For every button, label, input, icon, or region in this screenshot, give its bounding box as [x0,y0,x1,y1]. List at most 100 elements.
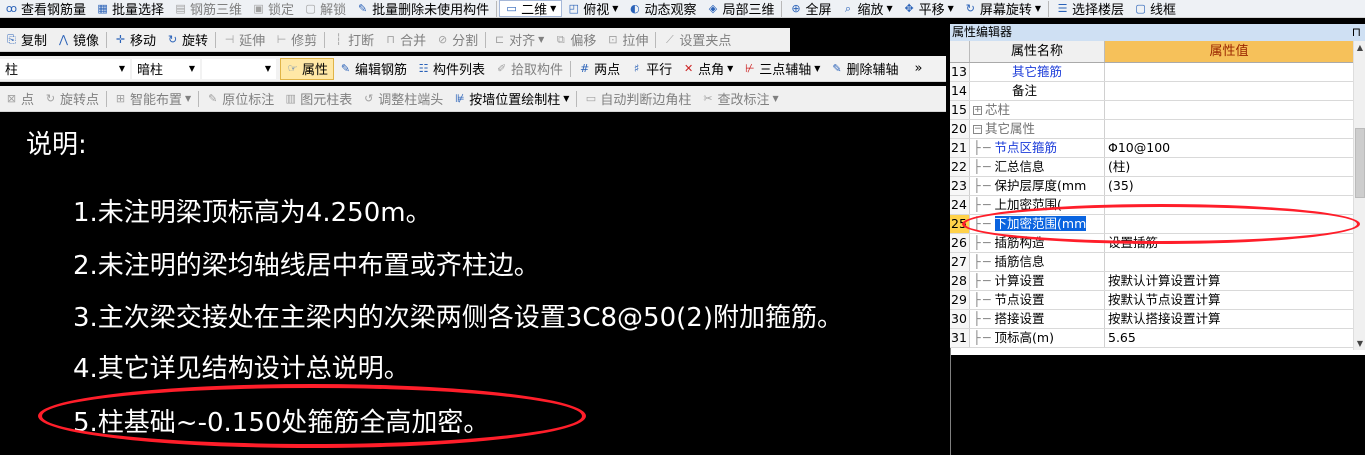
separator [485,31,487,48]
chevron-down-icon: ▼ [563,94,570,103]
table-row[interactable]: 15 + 芯柱 [950,101,1353,120]
collapse-icon[interactable]: − [973,125,982,134]
rotate-screen-icon: ↻ [965,2,975,15]
table-row[interactable]: 27 ├ ─ 插筋信息 [950,253,1353,272]
chevron-down-icon: ▼ [1034,4,1041,13]
batch-select-button[interactable]: ▦ 批量选择 [91,0,169,17]
lock-button[interactable]: ▣ 锁定 [247,0,299,17]
rebar-3d-button[interactable]: ▤ 钢筋三维 [169,0,247,17]
separator [781,0,783,17]
two-points-button[interactable]: # 两点 [573,56,625,81]
table-row[interactable]: 26 ├ ─ 插筋构造 设置插筋 [950,234,1353,253]
adjust-end-icon: ↺ [364,92,374,105]
toolbar-overflow-button[interactable]: » [909,56,927,81]
scroll-up-icon[interactable]: ▲ [1354,41,1365,54]
table-row[interactable]: 24 ├ ─ 上加密范围( [950,196,1353,215]
rebar-3d-icon: ▤ [175,2,186,15]
zoom-dropdown[interactable]: ⌕ 缩放 ▼ [836,0,897,17]
lock-icon: ▣ [253,2,264,15]
fullscreen-button[interactable]: ⊕ 全屏 [784,0,836,17]
view-2d-dropdown[interactable]: ▭ 二维 ▼ [499,0,563,17]
element-column-table-button[interactable]: ▥ 图元柱表 [279,86,357,111]
separator [655,31,657,48]
column-header-value: 属性值 [1105,41,1353,62]
pin-icon[interactable]: ⊓ [1352,24,1361,41]
trim-icon: ⊢ [276,33,287,46]
table-row[interactable]: 29 ├ ─ 节点设置 按默认节点设置计算 [950,291,1353,310]
three-point-axis-dropdown[interactable]: ⊬ 三点辅轴 ▼ [738,56,825,81]
local-3d-button[interactable]: ◈ 局部三维 [701,0,779,17]
expand-icon[interactable]: + [973,106,982,115]
offset-button[interactable]: ⧉ 偏移 [549,28,601,51]
split-button[interactable]: ⊘ 分割 [431,28,483,51]
scroll-down-icon[interactable]: ▼ [1354,337,1365,350]
scroll-thumb[interactable] [1355,128,1365,198]
component-subtype-select[interactable]: 暗柱 ▼ [132,58,200,79]
properties-button[interactable]: ☞ 属性 [280,57,335,80]
separator [576,90,578,107]
copy-button[interactable]: ⎘ 复制 [0,28,52,51]
properties-icon: ☞ [287,62,298,75]
screen-rotate-dropdown[interactable]: ↻ 屏幕旋转 ▼ [959,0,1046,17]
adjust-column-end-button[interactable]: ↺ 调整柱端头 [357,86,448,111]
pan-dropdown[interactable]: ✥ 平移 ▼ [898,0,959,17]
top-view-dropdown[interactable]: ◰ 俯视 ▼ [562,0,623,17]
component-toolbar: 柱 ▼ 暗柱 ▼ ▼ ☞ 属性 ✎ 编辑钢筋 ☷ 构件列表 ✐ 拾取构件 # 两点 ♯ 平行 ✕… [0,56,946,82]
point-angle-dropdown[interactable]: ✕ 点角 ▼ [677,56,738,81]
table-row[interactable]: 28 ├ ─ 计算设置 按默认计算设置计算 [950,272,1353,291]
move-button[interactable]: ✛ 移动 [109,28,161,51]
component-list-button[interactable]: ☷ 构件列表 [412,56,490,81]
separator [496,0,498,17]
unlock-button[interactable]: ▢ 解锁 [299,0,351,17]
drawing-canvas[interactable]: 说明: 1.未注明梁顶标高为4.250m。 2.未注明的梁均轴线居中布置或齐柱边… [0,114,946,455]
batch-delete-unused-button[interactable]: ✎ 批量删除未使用构件 [351,0,494,17]
floor-icon: ☰ [1057,2,1068,15]
table-row[interactable]: 31 ├ ─ 顶标高(m) 5.65 [950,329,1353,348]
table-row[interactable]: 23 ├ ─ 保护层厚度(mm (35) [950,177,1353,196]
pick-component-button[interactable]: ✐ 拾取构件 [490,56,568,81]
in-place-annotation-button[interactable]: ✎ 原位标注 [201,86,279,111]
smart-layout-dropdown[interactable]: ⊞ 智能布置 ▼ [109,86,196,111]
rotate-icon: ↻ [167,33,178,46]
wireframe-button[interactable]: ▢ 线框 [1129,0,1181,17]
edit-rebar-button[interactable]: ✎ 编辑钢筋 [334,56,412,81]
auto-edge-column-button[interactable]: ▭ 自动判断边角柱 [579,86,696,111]
table-row[interactable]: 22 ├ ─ 汇总信息 (柱) [950,158,1353,177]
break-button[interactable]: ┆ 打断 [327,28,379,51]
table-row[interactable]: 13 其它箍筋 [950,63,1353,82]
merge-icon: ⊓ [386,33,395,46]
trim-button[interactable]: ⊢ 修剪 [270,28,322,51]
copy-icon: ⎘ [7,33,16,46]
parallel-button[interactable]: ♯ 平行 [625,56,677,81]
table-row-selected[interactable]: 25 ├ ─ 下加密范围(mm [950,215,1353,234]
table-row[interactable]: 21 ├ ─ 节点区箍筋 Φ10@100 [950,139,1353,158]
list-icon: ☷ [418,62,429,75]
draw-by-wall-dropdown[interactable]: ⊯ 按墙位置绘制柱 ▼ [448,86,574,111]
table-row[interactable]: 14 备注 [950,82,1353,101]
merge-button[interactable]: ⊓ 合并 [379,28,431,51]
align-dropdown[interactable]: ⊏ 对齐 ▼ [488,28,549,51]
draw-toolbar: ⊠ 点 ↻ 旋转点 ⊞ 智能布置 ▼ ✎ 原位标注 ▥ 图元柱表 ↺ 调整柱端头 ⊯ 按墙位置绘… [0,86,946,112]
chevron-down-icon: ▼ [814,64,821,73]
rotate-button[interactable]: ↻ 旋转 [161,28,213,51]
dynamic-observe-button[interactable]: ◐ 动态观察 [623,0,701,17]
component-name-select[interactable]: ▼ [202,58,276,79]
table-row[interactable]: 30 ├ ─ 搭接设置 按默认搭接设置计算 [950,310,1353,329]
delete-axis-button[interactable]: ✎ 删除辅轴 [825,56,903,81]
cube-icon: ◈ [708,2,718,15]
mirror-button[interactable]: ⋀ 镜像 [52,28,104,51]
auto-edge-icon: ▭ [585,92,597,105]
check-annotation-dropdown[interactable]: ✂ 查改标注 ▼ [696,86,783,111]
pan-icon: ✥ [904,2,914,15]
select-floor-button[interactable]: ☰ 选择楼层 [1051,0,1129,17]
view-rebar-qty-button[interactable]: ꝏ 查看钢筋量 [0,0,91,17]
tree-line-icon: ├ [973,273,981,288]
set-grip-button[interactable]: ⟋ 设置夹点 [658,28,736,51]
property-grid-scrollbar[interactable]: ▲ ▼ [1353,41,1365,350]
stretch-button[interactable]: ⊡ 拉伸 [601,28,653,51]
component-type-select[interactable]: 柱 ▼ [0,58,130,79]
rotate-point-button[interactable]: ↻ 旋转点 [39,86,104,111]
table-row[interactable]: 20 − 其它属性 [950,120,1353,139]
point-button[interactable]: ⊠ 点 [0,86,39,111]
extend-button[interactable]: ⊣ 延伸 [218,28,270,51]
